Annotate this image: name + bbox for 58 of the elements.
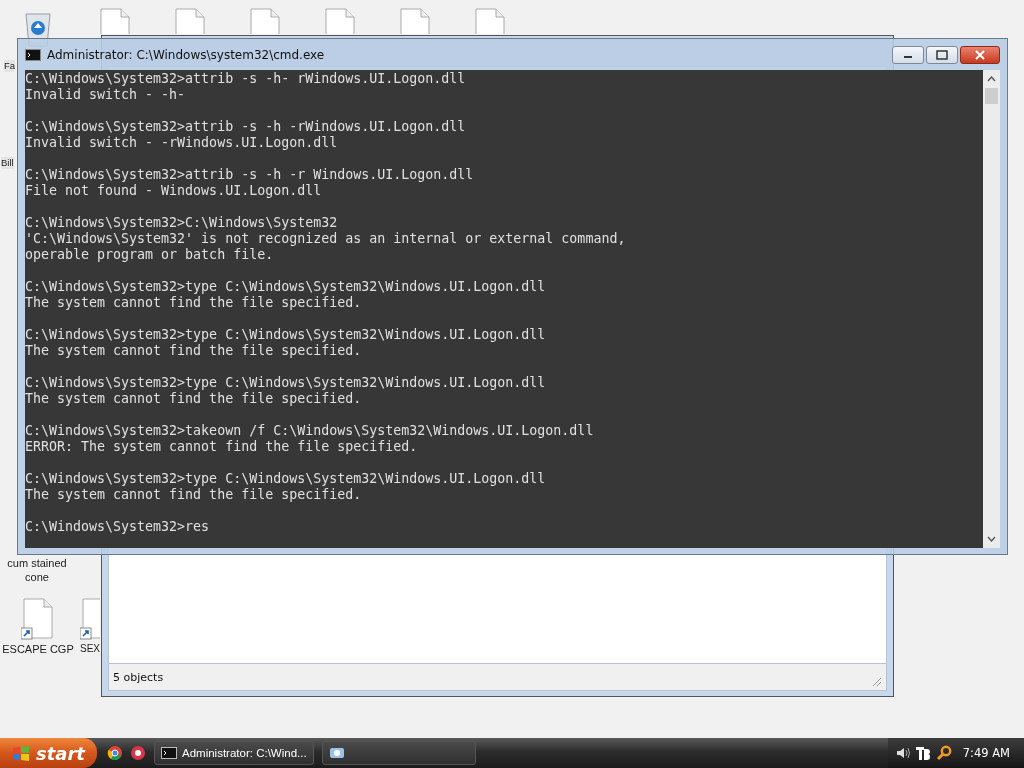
icon-label[interactable]: Fa xyxy=(4,60,16,72)
scroll-up-icon[interactable] xyxy=(987,76,996,82)
console-line: C:\Windows\System32>C:\Windows\System32 xyxy=(25,215,339,231)
icon-label[interactable]: ESCAPE CGP xyxy=(2,642,74,656)
status-text: 5 objects xyxy=(113,670,164,684)
console-line: The system cannot find the file specified. xyxy=(25,343,363,359)
clock[interactable]: 7:49 AM xyxy=(962,746,1010,760)
console-line: C:\Windows\System32>type C:\Windows\System32\Windows.UI.Logon.dll xyxy=(25,375,547,391)
windows-logo-icon xyxy=(12,745,30,761)
console-line: Invalid switch - -rWindows.UI.Logon.dll xyxy=(25,135,339,151)
scroll-down-icon[interactable] xyxy=(987,536,996,542)
icon-label[interactable]: Bill xyxy=(1,157,14,169)
console-line: The system cannot find the file specified. xyxy=(25,487,363,503)
console-line: 'C:\Windows\System32' is not recognized as an internal or external command, xyxy=(25,231,627,247)
scrollbar[interactable] xyxy=(983,70,1000,548)
file-icon xyxy=(398,8,432,34)
icon-label[interactable]: SEX xyxy=(80,642,100,656)
console-line: Invalid switch - -h- xyxy=(25,87,187,103)
console-line: C:\Windows\System32>type C:\Windows\System32\Windows.UI.Logon.dll xyxy=(25,471,547,487)
restore-button[interactable] xyxy=(926,45,958,64)
record-icon[interactable] xyxy=(130,745,146,761)
file-icon xyxy=(323,8,357,34)
console-line: C:\Windows\System32>attrib -s -h -rWindows.UI.Logon.dll xyxy=(25,119,467,135)
tray-app-icon[interactable] xyxy=(914,745,931,761)
shortcut-file-icon xyxy=(21,598,55,640)
close-icon xyxy=(975,49,985,60)
console-icon xyxy=(25,48,41,61)
minimize-button[interactable] xyxy=(892,45,924,64)
console-line: ERROR: The system cannot find the file specified. xyxy=(25,439,419,455)
resize-grip-icon[interactable] xyxy=(872,677,882,687)
console-line: C:\Windows\System32>type C:\Windows\System32\Windows.UI.Logon.dll xyxy=(25,327,547,343)
window-icon xyxy=(328,747,345,759)
console-icon xyxy=(161,747,177,759)
console-line: C:\Windows\System32>attrib -s -h -r Windows.UI.Logon.dll xyxy=(25,167,475,183)
file-icon xyxy=(248,8,282,34)
console-line: C:\Windows\System32>attrib -s -h- rWindows.UI.Logon.dll xyxy=(25,71,467,87)
console-line: C:\Windows\System32>takeown /f C:\Windows\System32\Windows.UI.Logon.dll xyxy=(25,423,595,439)
console-line: operable program or batch file. xyxy=(25,247,275,263)
console-line: C:\Windows\System32>type C:\Windows\System32\Windows.UI.Logon.dll xyxy=(25,279,547,295)
speaker-icon[interactable] xyxy=(895,747,910,759)
console-line: C:\Windows\System32>res xyxy=(25,519,211,535)
taskbar-button[interactable] xyxy=(321,741,476,765)
icon-label[interactable]: cum stained cone xyxy=(2,556,72,584)
scroll-thumb[interactable] xyxy=(985,88,998,104)
start-button[interactable]: start xyxy=(0,738,97,768)
browser-icon[interactable] xyxy=(107,745,123,761)
taskbar-button[interactable]: Administrator: C:\Wind... xyxy=(154,741,314,765)
window-title: Administrator: C:\Windows\system32\cmd.exe xyxy=(47,47,326,62)
console-line: The system cannot find the file specified. xyxy=(25,295,363,311)
search-icon[interactable] xyxy=(935,745,952,761)
console-line: File not found - Windows.UI.Logon.dll xyxy=(25,183,323,199)
file-icon xyxy=(98,8,132,34)
restore-icon xyxy=(936,49,948,60)
file-icon xyxy=(473,8,507,34)
file-icon xyxy=(173,8,207,34)
close-button[interactable] xyxy=(960,45,1000,64)
shortcut-file-icon xyxy=(80,598,100,640)
console-line: The system cannot find the file specified. xyxy=(25,391,363,407)
